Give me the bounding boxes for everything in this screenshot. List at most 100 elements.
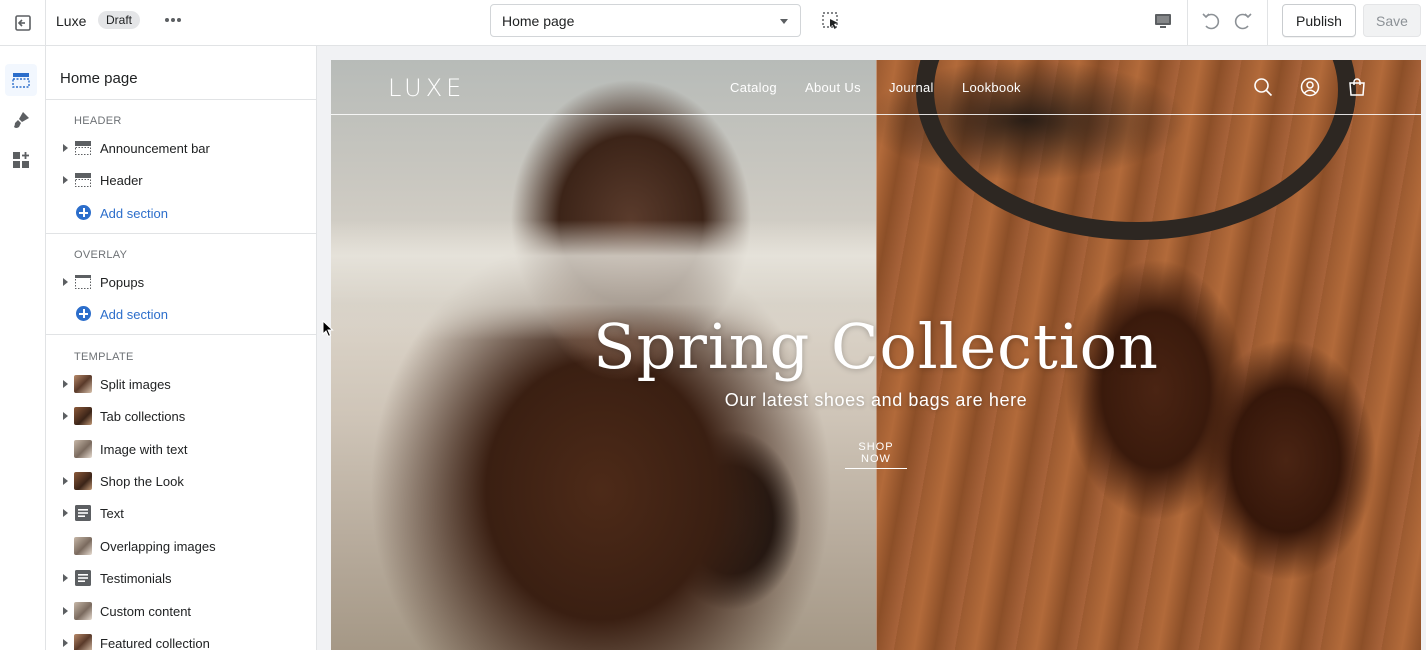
rail-theme-settings-button[interactable] xyxy=(5,104,37,136)
image-thumb-icon xyxy=(74,472,92,490)
divider xyxy=(46,334,316,335)
sidebar-item-label: Custom content xyxy=(100,604,192,619)
editor-nav-rail xyxy=(0,46,46,650)
sidebar-item-split-images[interactable]: Split images xyxy=(46,369,316,399)
toolbar-divider xyxy=(1187,0,1188,46)
sidebar-item-testimonials[interactable]: Testimonials xyxy=(46,563,316,593)
desktop-view-button[interactable] xyxy=(1152,10,1174,32)
chevron-down-icon xyxy=(780,19,788,24)
expand-arrow-icon[interactable] xyxy=(63,477,68,485)
more-actions-button[interactable] xyxy=(160,8,186,32)
expand-arrow-icon[interactable] xyxy=(63,574,68,582)
expand-arrow-icon[interactable] xyxy=(63,278,68,286)
sidebar-item-shop-the-look[interactable]: Shop the Look xyxy=(46,466,316,496)
publish-button[interactable]: Publish xyxy=(1282,4,1356,37)
store-logo[interactable]: LUXE xyxy=(388,74,465,102)
expand-arrow-icon[interactable] xyxy=(63,412,68,420)
text-block-icon xyxy=(75,505,91,521)
save-button[interactable]: Save xyxy=(1363,4,1421,37)
account-icon[interactable] xyxy=(1300,77,1320,97)
undo-icon xyxy=(1202,13,1220,30)
shop-now-link[interactable]: SHOP NOW xyxy=(845,441,907,469)
sidebar-item-label: Split images xyxy=(100,377,171,392)
add-circle-icon xyxy=(76,306,91,321)
expand-arrow-icon[interactable] xyxy=(63,176,68,184)
text-block-icon xyxy=(75,570,91,586)
nav-link-about-us[interactable]: About Us xyxy=(805,80,861,95)
sidebar-item-announcement-bar[interactable]: Announcement bar xyxy=(46,133,316,163)
sidebar-item-header[interactable]: Header xyxy=(46,165,316,195)
select-cursor-icon xyxy=(822,12,838,29)
sidebar-item-text[interactable]: Text xyxy=(46,498,316,528)
divider xyxy=(46,99,316,100)
add-section-button[interactable]: Add section xyxy=(46,198,316,228)
storefront-preview[interactable]: LUXE Catalog About Us Journal Lookbook S… xyxy=(331,60,1421,650)
redo-icon xyxy=(1234,13,1252,30)
sections-sidebar: Home page HEADER Announcement bar Header… xyxy=(46,46,317,650)
mouse-cursor-icon xyxy=(322,320,334,338)
image-thumb-icon xyxy=(74,375,92,393)
cart-icon[interactable] xyxy=(1347,77,1367,97)
editor-topbar: Luxe Draft Home page Publish Save xyxy=(0,0,1426,46)
rail-apps-button[interactable] xyxy=(5,144,37,176)
add-section-label: Add section xyxy=(100,307,168,322)
rail-sections-button[interactable] xyxy=(5,64,37,96)
sidebar-item-label: Announcement bar xyxy=(100,141,210,156)
more-horizontal-icon xyxy=(165,18,181,22)
sidebar-item-popups[interactable]: Popups xyxy=(46,267,316,297)
exit-editor-button[interactable] xyxy=(0,0,46,46)
sidebar-item-label: Header xyxy=(100,173,143,188)
section-bar-icon xyxy=(75,173,91,187)
desktop-icon xyxy=(1155,14,1171,28)
paintbrush-icon xyxy=(14,112,29,128)
section-dashed-icon xyxy=(75,275,91,289)
expand-arrow-icon[interactable] xyxy=(63,380,68,388)
undo-button[interactable] xyxy=(1200,9,1222,31)
image-thumb-icon xyxy=(74,440,92,458)
group-label-template: TEMPLATE xyxy=(74,351,134,363)
inspector-button[interactable] xyxy=(820,10,842,32)
expand-arrow-icon[interactable] xyxy=(63,607,68,615)
sidebar-item-label: Text xyxy=(100,506,124,521)
add-section-label: Add section xyxy=(100,206,168,221)
sidebar-item-label: Overlapping images xyxy=(100,539,216,554)
sidebar-item-featured-collection[interactable]: Featured collection xyxy=(46,628,316,650)
sidebar-item-label: Tab collections xyxy=(100,409,186,424)
sidebar-item-label: Image with text xyxy=(100,442,188,457)
nav-link-lookbook[interactable]: Lookbook xyxy=(962,80,1021,95)
sidebar-item-label: Testimonials xyxy=(100,571,172,586)
sidebar-item-overlapping-images[interactable]: Overlapping images xyxy=(46,531,316,561)
search-icon[interactable] xyxy=(1253,77,1273,97)
image-thumb-icon xyxy=(74,407,92,425)
page-select[interactable]: Home page xyxy=(490,4,801,37)
sidebar-item-custom-content[interactable]: Custom content xyxy=(46,596,316,626)
group-label-header: HEADER xyxy=(74,115,122,127)
add-circle-icon xyxy=(76,205,91,220)
expand-arrow-icon[interactable] xyxy=(63,639,68,647)
section-bar-icon xyxy=(75,141,91,155)
toolbar-divider xyxy=(1267,0,1268,46)
store-header: LUXE Catalog About Us Journal Lookbook xyxy=(331,60,1421,115)
sidebar-item-label: Popups xyxy=(100,275,145,290)
sections-icon xyxy=(12,73,30,88)
hero-title: Spring Collection xyxy=(593,310,1159,383)
expand-arrow-icon[interactable] xyxy=(63,144,68,152)
store-name: Luxe xyxy=(56,13,87,29)
status-badge: Draft xyxy=(98,11,141,29)
nav-link-catalog[interactable]: Catalog xyxy=(730,80,777,95)
image-thumb-icon xyxy=(74,602,92,620)
sidebar-item-label: Featured collection xyxy=(100,636,210,650)
expand-arrow-icon[interactable] xyxy=(63,509,68,517)
image-thumb-icon xyxy=(74,537,92,555)
add-section-button[interactable]: Add section xyxy=(46,299,316,329)
nav-link-journal[interactable]: Journal xyxy=(889,80,934,95)
sidebar-item-image-with-text[interactable]: Image with text xyxy=(46,434,316,464)
sidebar-item-label: Shop the Look xyxy=(100,474,184,489)
redo-button[interactable] xyxy=(1232,9,1254,31)
page-select-value: Home page xyxy=(502,13,575,29)
exit-icon xyxy=(14,15,31,31)
group-label-overlay: OVERLAY xyxy=(74,249,128,261)
sidebar-item-tab-collections[interactable]: Tab collections xyxy=(46,401,316,431)
divider xyxy=(46,233,316,234)
image-thumb-icon xyxy=(74,634,92,650)
